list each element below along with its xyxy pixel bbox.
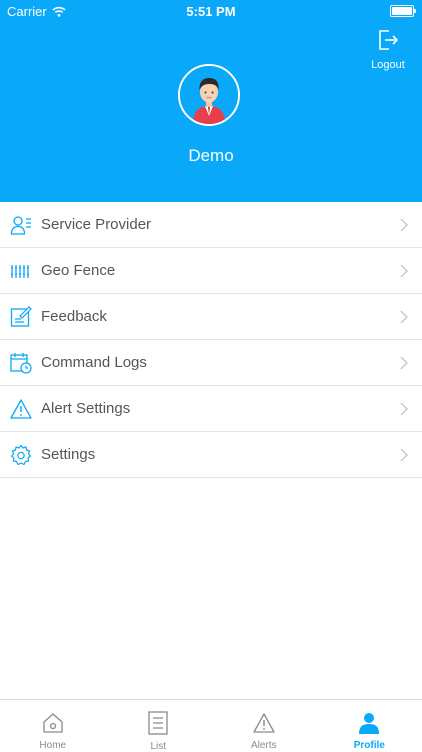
warning-icon	[10, 398, 32, 420]
menu-item-label: Command Logs	[41, 354, 147, 371]
menu-item-label: Feedback	[41, 308, 107, 325]
status-bar: Carrier 5:51 PM	[0, 0, 422, 22]
user-name: Demo	[0, 146, 422, 166]
menu-item-settings[interactable]: Settings	[0, 432, 422, 478]
edit-icon	[10, 306, 32, 328]
menu-item-geo-fence[interactable]: Geo Fence	[0, 248, 422, 294]
tab-list[interactable]: List	[106, 700, 212, 751]
profile-icon	[357, 711, 381, 734]
logout-button[interactable]: Logout	[370, 28, 406, 71]
chevron-right-icon	[400, 310, 408, 324]
chevron-right-icon	[400, 218, 408, 232]
battery-icon	[390, 5, 414, 17]
logout-icon	[376, 28, 400, 52]
menu-item-label: Alert Settings	[41, 400, 130, 417]
tab-label: Alerts	[251, 740, 277, 751]
gear-icon	[10, 444, 32, 466]
chevron-right-icon	[400, 356, 408, 370]
menu-item-alert-settings[interactable]: Alert Settings	[0, 386, 422, 432]
tab-label: Home	[39, 740, 66, 751]
chevron-right-icon	[400, 264, 408, 278]
status-time: 5:51 PM	[0, 4, 422, 19]
tab-bar: Home List Alerts Profile	[0, 699, 422, 751]
menu-item-service-provider[interactable]: Service Provider	[0, 202, 422, 248]
chevron-right-icon	[400, 402, 408, 416]
tab-home[interactable]: Home	[0, 700, 106, 751]
calendar-clock-icon	[10, 352, 32, 374]
menu-item-label: Settings	[41, 446, 95, 463]
user-lines-icon	[10, 214, 32, 236]
menu-item-label: Service Provider	[41, 216, 151, 233]
avatar-icon	[180, 66, 238, 124]
profile-header: Carrier 5:51 PM Logout	[0, 0, 422, 202]
menu-item-feedback[interactable]: Feedback	[0, 294, 422, 340]
chevron-right-icon	[400, 448, 408, 462]
menu-item-command-logs[interactable]: Command Logs	[0, 340, 422, 386]
alert-icon	[252, 711, 276, 734]
tab-alerts[interactable]: Alerts	[211, 700, 317, 751]
list-icon	[146, 711, 170, 735]
fence-icon	[10, 260, 32, 282]
menu-item-label: Geo Fence	[41, 262, 115, 279]
logout-label: Logout	[370, 59, 406, 71]
tab-label: List	[150, 741, 166, 752]
home-icon	[41, 711, 65, 734]
profile-menu: Service Provider Geo Fence Feedback	[0, 202, 422, 478]
tab-label: Profile	[354, 740, 385, 751]
tab-profile[interactable]: Profile	[317, 700, 422, 751]
avatar	[178, 64, 240, 126]
